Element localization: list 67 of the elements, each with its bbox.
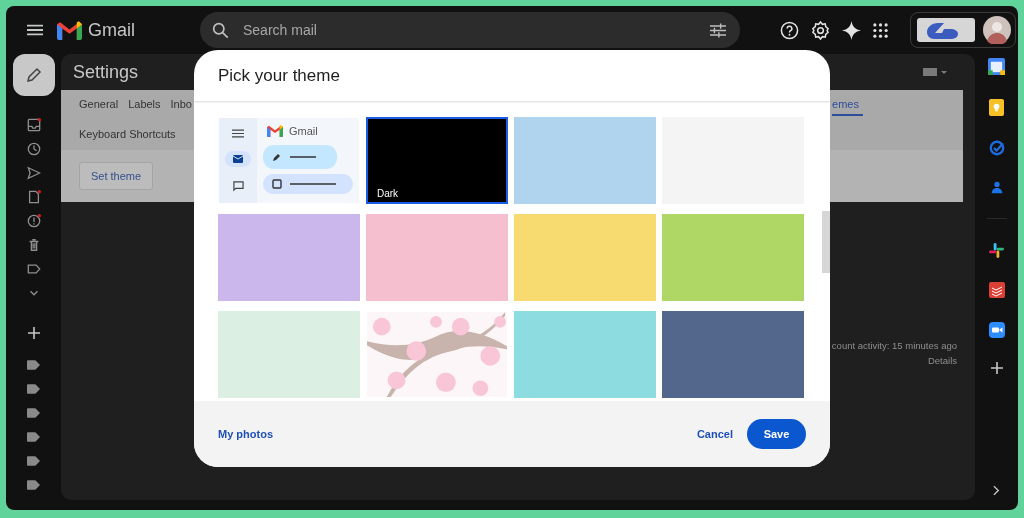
account-switcher[interactable] [910, 12, 1016, 48]
theme-tile[interactable]: Dark [366, 117, 508, 204]
send-icon[interactable] [26, 166, 41, 180]
clock-icon[interactable] [26, 142, 41, 156]
details-link[interactable]: Details [927, 355, 957, 366]
app-name: Gmail [88, 19, 136, 41]
settings-tab[interactable]: General [79, 94, 119, 116]
compose-button[interactable] [12, 54, 55, 96]
add-label-icon[interactable] [27, 327, 40, 339]
theme-tile[interactable] [218, 311, 360, 398]
settings-title: Settings [73, 61, 139, 83]
menu-icon [232, 128, 244, 138]
organization-logo-icon [917, 18, 975, 42]
chevron-right-icon[interactable] [993, 485, 1000, 496]
search-bar[interactable]: Search mail [200, 12, 740, 48]
my-photos-link[interactable]: My photos [218, 428, 273, 440]
search-field[interactable]: Search mail [241, 21, 698, 39]
calendar-icon[interactable] [988, 58, 1005, 75]
settings-tab[interactable]: Inbo [170, 94, 192, 116]
tasks-icon[interactable] [988, 140, 1005, 156]
hash-logo-icon[interactable] [989, 243, 1004, 258]
alert-icon[interactable] [26, 214, 41, 228]
label-icon[interactable] [27, 456, 40, 466]
mail-logo-icon [57, 20, 82, 40]
mail-icon [225, 151, 251, 168]
preview-app-name: Gmail [289, 125, 318, 137]
inbox-icon[interactable] [26, 118, 41, 132]
label-icon[interactable] [27, 432, 40, 442]
cancel-button[interactable]: Cancel [696, 428, 733, 440]
settings-tab[interactable]: Keyboard Shortcuts [79, 124, 176, 146]
settings-tab[interactable]: Labels [128, 94, 161, 116]
contacts-icon[interactable] [989, 180, 1004, 194]
file-icon[interactable] [26, 190, 41, 204]
dialog-title: Pick your theme [218, 65, 340, 86]
avatar[interactable] [983, 16, 1011, 44]
label-icon[interactable] [27, 408, 40, 418]
apps-grid-icon[interactable] [873, 22, 888, 38]
sparkle-icon[interactable] [842, 20, 861, 40]
label-icon[interactable] [26, 262, 41, 276]
save-button[interactable]: Save [747, 419, 806, 449]
chat-icon [232, 181, 244, 193]
theme-tile[interactable] [514, 214, 656, 301]
theme-tile[interactable] [662, 311, 804, 398]
keyboard-icon[interactable] [923, 67, 947, 77]
set-theme-button[interactable]: Set theme [79, 162, 154, 190]
label-icon[interactable] [27, 480, 40, 490]
scrollbar-thumb[interactable] [822, 211, 830, 273]
label-icon[interactable] [27, 384, 40, 394]
theme-name: Dark [377, 188, 399, 199]
pencil-icon [25, 67, 42, 83]
settings-icon[interactable] [811, 20, 830, 40]
menu-icon[interactable] [27, 24, 43, 36]
mail-logo-icon [267, 125, 283, 137]
theme-tile[interactable] [366, 214, 508, 301]
todo-logo-icon[interactable] [988, 282, 1005, 298]
filter-icon[interactable] [710, 22, 726, 38]
add-icon[interactable] [990, 362, 1003, 374]
theme-tile[interactable] [514, 117, 656, 204]
search-icon[interactable] [212, 21, 229, 39]
settings-tab[interactable]: emes [832, 94, 863, 116]
help-icon[interactable] [780, 20, 799, 40]
video-camera-icon[interactable] [988, 322, 1005, 338]
theme-tile[interactable] [514, 311, 656, 398]
label-icon[interactable] [27, 360, 40, 370]
account-activity-text: count activity: 15 minutes ago [831, 340, 957, 351]
theme-tile[interactable] [662, 214, 804, 301]
theme-tile[interactable] [218, 214, 360, 301]
